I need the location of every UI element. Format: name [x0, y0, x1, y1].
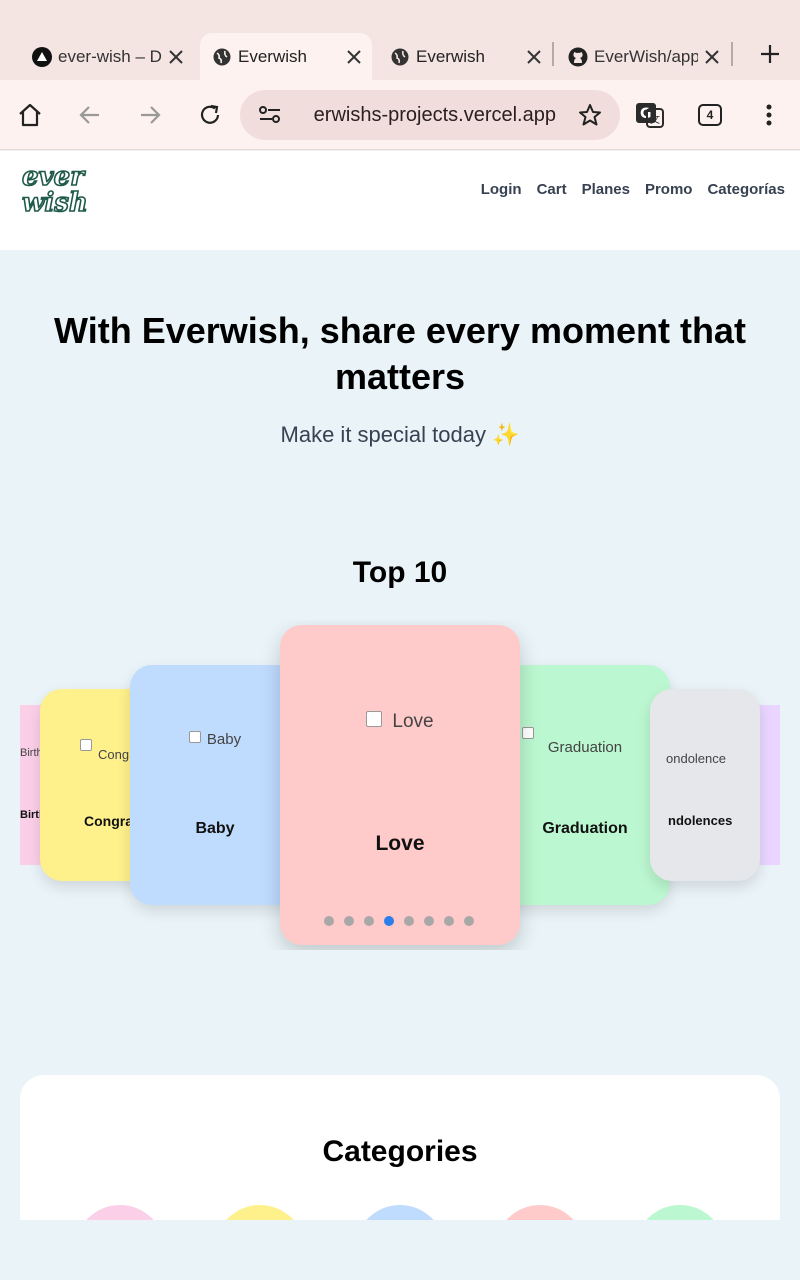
browser-toolbar: erwishs-projects.vercel.app G文: [0, 80, 800, 150]
carousel-card-condolences[interactable]: ondolence ndolences: [650, 689, 760, 881]
card-label: Baby: [195, 820, 235, 837]
card-image-placeholder: Baby: [130, 731, 300, 748]
globe-icon: [212, 47, 232, 67]
carousel-pagination: [324, 916, 474, 926]
forward-arrow-icon: [141, 106, 161, 124]
globe-icon: [390, 47, 410, 67]
carousel-dot-active[interactable]: [384, 916, 394, 926]
svg-text:文: 文: [650, 113, 660, 126]
more-vert-icon: [766, 104, 772, 126]
carousel-card-graduation[interactable]: Graduation Graduation: [500, 665, 670, 905]
nav-promo[interactable]: Promo: [645, 181, 693, 198]
carousel-dot[interactable]: [344, 916, 354, 926]
tab-switcher-button[interactable]: 4: [698, 104, 722, 126]
new-tab-button[interactable]: [756, 40, 784, 68]
carousel-dot[interactable]: [444, 916, 454, 926]
nav-login[interactable]: Login: [481, 181, 522, 198]
tab-title: Everwish: [416, 46, 485, 66]
tab-everwish[interactable]: Everwish: [380, 33, 552, 80]
reload-button[interactable]: [195, 100, 225, 130]
tab-separator: [552, 42, 554, 66]
categories-title: Categories: [322, 1135, 478, 1168]
tab-title: EverWish/app: [594, 46, 698, 66]
google-translate-icon: G文: [636, 103, 664, 128]
category-circle[interactable]: [75, 1205, 165, 1220]
card-image-placeholder: Love: [280, 711, 520, 733]
tab-title: ever-wish – D: [58, 46, 162, 66]
tab-everwish-active[interactable]: Everwish: [200, 33, 372, 80]
url-text: erwishs-projects.vercel.app: [313, 104, 556, 126]
categories-section: Categories: [20, 1075, 780, 1220]
vercel-icon: [32, 46, 52, 67]
close-tab-icon[interactable]: [344, 47, 364, 67]
main-nav: Login Cart Planes Promo Categorías: [481, 181, 785, 198]
card-image-placeholder: ondolence: [666, 751, 726, 766]
tab-separator: [731, 42, 733, 66]
top10-carousel[interactable]: Birth Birth ifts ifts Congrat Congrat Gr…: [20, 620, 780, 950]
category-circle[interactable]: [635, 1205, 725, 1220]
carousel-dot[interactable]: [404, 916, 414, 926]
close-tab-icon[interactable]: [166, 47, 186, 67]
card-label: Love: [375, 832, 425, 855]
carousel-dot[interactable]: [324, 916, 334, 926]
browser-tab-strip: ever-wish – D Everwish Everwish EverWish…: [0, 0, 800, 80]
home-button[interactable]: [15, 100, 45, 130]
back-button[interactable]: [75, 100, 105, 130]
address-bar[interactable]: erwishs-projects.vercel.app: [240, 90, 620, 140]
card-label: Graduation: [542, 820, 628, 837]
bookmark-star-icon[interactable]: [578, 103, 602, 132]
hero-subtitle: Make it special today ✨: [280, 422, 520, 447]
site-header: ever wish Login Cart Planes Promo Catego…: [0, 151, 800, 250]
translate-button[interactable]: G文: [635, 100, 665, 130]
nav-planes[interactable]: Planes: [582, 181, 630, 198]
reload-icon: [200, 104, 220, 124]
close-tab-icon[interactable]: [702, 47, 722, 67]
svg-text:wish: wish: [22, 188, 88, 215]
card-image-placeholder: Graduation: [500, 727, 670, 756]
carousel-dot[interactable]: [364, 916, 374, 926]
back-arrow-icon: [79, 106, 99, 124]
everwish-logo[interactable]: ever wish: [20, 159, 90, 219]
tab-ever-wish-dashboard[interactable]: ever-wish – D: [22, 33, 198, 80]
forward-button[interactable]: [135, 100, 165, 130]
nav-categorias[interactable]: Categorías: [707, 181, 785, 198]
card-label: ndolences: [668, 813, 733, 828]
carousel-dot[interactable]: [424, 916, 434, 926]
top10-title: Top 10: [352, 556, 448, 589]
github-icon: [568, 47, 588, 67]
nav-cart[interactable]: Cart: [537, 181, 567, 198]
carousel-card-love-active[interactable]: Love Love: [280, 625, 520, 945]
category-circle[interactable]: [495, 1205, 585, 1220]
menu-button[interactable]: [754, 100, 784, 130]
category-circle[interactable]: [355, 1205, 445, 1220]
home-icon: [19, 103, 41, 127]
carousel-card-baby[interactable]: Baby Baby: [130, 665, 300, 905]
carousel-dot[interactable]: [464, 916, 474, 926]
tab-title: Everwish: [238, 46, 307, 66]
category-circle[interactable]: [215, 1205, 305, 1220]
site-settings-icon[interactable]: [258, 104, 282, 131]
hero-title: With Everwish, share every moment that m…: [54, 310, 746, 397]
close-tab-icon[interactable]: [524, 47, 544, 67]
tab-github-everwish[interactable]: EverWish/app: [558, 33, 730, 80]
viewport-bottom: [0, 1220, 800, 1280]
